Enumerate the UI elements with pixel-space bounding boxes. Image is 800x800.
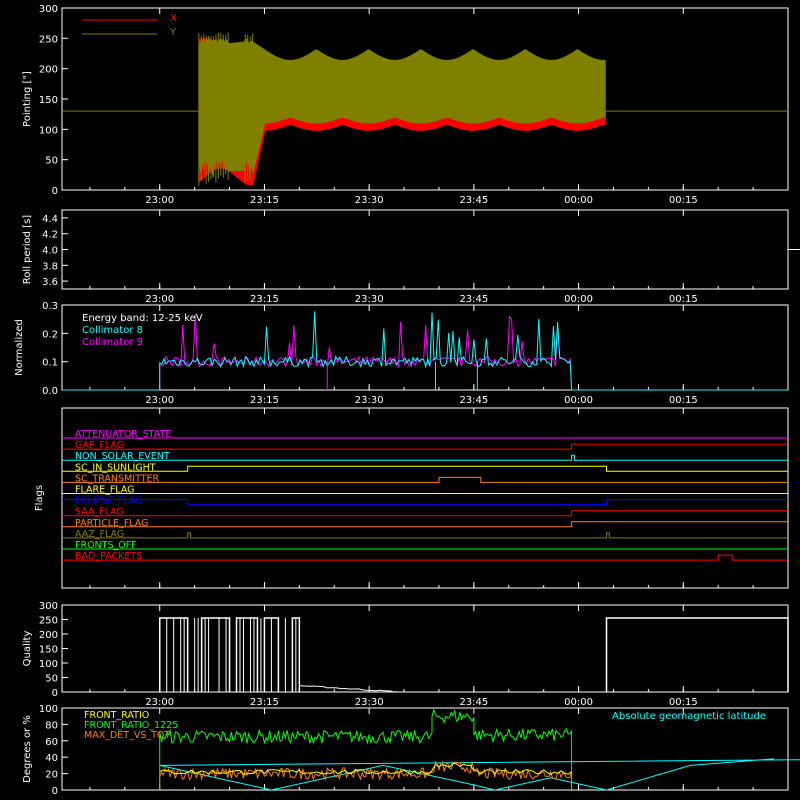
front-ratio-1225-line <box>159 708 573 790</box>
flag-line-eclipse-flag <box>62 499 788 506</box>
y-tick-label: 100 <box>39 125 58 136</box>
y-axis-label: Pointing ["] <box>22 71 33 127</box>
y-tick-label: 40 <box>45 753 58 764</box>
x-tick-label: 00:00 <box>564 294 593 305</box>
x-tick-label: 23:45 <box>459 195 488 206</box>
flag-line-aaz-flag <box>62 532 788 539</box>
energy-band-annotation: Energy band: 12-25 keV <box>82 313 203 324</box>
x-tick-label: 23:15 <box>250 195 279 206</box>
y-tick-label: 150 <box>39 95 58 106</box>
y-tick-label: 3.6 <box>42 277 58 288</box>
y-tick-label: 250 <box>39 616 58 627</box>
y-tick-label: 300 <box>39 601 58 612</box>
y-axis-label: Degrees or % <box>22 715 33 783</box>
y-tick-label: 250 <box>39 34 58 45</box>
legend-label-geomagnetic-latitude: Absolute geomagnetic latitude <box>612 711 766 722</box>
x-tick-label: 00:00 <box>564 395 593 406</box>
flag-line-sc-transmitter <box>62 476 788 483</box>
quality-high-interval <box>200 617 231 692</box>
x-tick-label: 23:45 <box>459 294 488 305</box>
y-tick-label: 50 <box>45 674 58 685</box>
x-tick-label: 23:30 <box>355 195 384 206</box>
y-axis-label: Quality <box>22 631 33 667</box>
y-tick-label: 4.2 <box>42 230 58 241</box>
y-tick-label: 100 <box>39 704 58 715</box>
flag-label-flare-flag: FLARE_FLAG <box>75 485 135 496</box>
x-tick-label: 00:15 <box>669 697 698 708</box>
flag-label-sc-in-sunlight: SC_IN_SUNLIGHT <box>75 462 156 473</box>
x-tick-label: 23:30 <box>355 697 384 708</box>
y-axis-label: Roll period [s] <box>22 215 33 284</box>
legend-label-max-det-vs-tot: MAX_DET_VS_TOT <box>84 730 170 741</box>
flag-line-gap-flag <box>62 443 788 450</box>
flag-line-sc-in-sunlight <box>62 465 788 472</box>
flag-label-non-solar-event: NON_SOLAR_EVENT <box>75 451 170 462</box>
x-tick-label: 23:45 <box>459 697 488 708</box>
flag-line-particle-flag <box>62 521 788 528</box>
x-tick-label: 00:00 <box>564 697 593 708</box>
quality-high-interval <box>605 617 789 692</box>
y-axis-label: Flags <box>34 485 45 511</box>
y-tick-label: 0 <box>52 186 58 197</box>
x-tick-label: 23:45 <box>459 395 488 406</box>
flag-line-saa-flag <box>62 510 788 517</box>
y-tick-label: 0 <box>52 786 58 797</box>
x-tick-label: 23:00 <box>145 697 174 708</box>
summary-plot-stack: 23:00 23:15 23:30 23:45 00:00 00:15 0 50 100 150 2… <box>14 4 800 797</box>
y-tick-label: 300 <box>39 4 58 15</box>
x-tick-label: 00:15 <box>669 395 698 406</box>
legend-label-y: Y <box>169 27 177 38</box>
y-tick-label: 0.1 <box>42 358 58 369</box>
y-tick-label: 200 <box>39 65 58 76</box>
x-tick-label: 23:00 <box>145 395 174 406</box>
y-tick-label: 80 <box>45 720 58 731</box>
flag-label-saa-flag: SAA_FLAG <box>75 507 124 518</box>
legend-label-collimator-9: Collimator 9 <box>82 337 143 348</box>
collimator-9-line <box>62 313 788 391</box>
x-tick-label: 23:15 <box>250 294 279 305</box>
flag-label-bad-packets: BAD_PACKETS <box>75 551 142 562</box>
x-tick-label: 00:00 <box>564 195 593 206</box>
y-tick-label: 0.3 <box>42 301 58 312</box>
flag-line-bad-packets <box>62 554 788 561</box>
x-tick-label: 23:15 <box>250 697 279 708</box>
y-tick-label: 4.0 <box>42 246 58 257</box>
y-tick-label: 0.2 <box>42 329 58 340</box>
y-tick-label: 150 <box>39 645 58 656</box>
y-tick-label: 50 <box>45 156 58 167</box>
y-tick-label: 0 <box>52 688 58 699</box>
flag-label-gap-flag: GAP_FLAG <box>75 440 124 451</box>
flag-label-fronts-off: FRONTS_OFF <box>75 540 137 551</box>
flag-label-aaz-flag: AAZ_FLAG <box>75 529 124 540</box>
max-det-vs-tot-line <box>159 760 573 790</box>
flag-label-particle-flag: PARTICLE_FLAG <box>75 518 148 529</box>
x-tick-label: 00:15 <box>669 195 698 206</box>
x-tick-label: 23:00 <box>145 195 174 206</box>
y-tick-label: 20 <box>45 770 58 781</box>
legend-label-x: X <box>170 13 177 24</box>
y-tick-label: 60 <box>45 737 58 748</box>
y-tick-label: 3.8 <box>42 261 58 272</box>
x-tick-label: 23:00 <box>145 294 174 305</box>
y-tick-label: 0.0 <box>42 386 58 397</box>
x-tick-label: 23:30 <box>355 294 384 305</box>
x-tick-label: 23:15 <box>250 395 279 406</box>
y-tick-label: 100 <box>39 659 58 670</box>
flag-label-eclipse-flag: ECLIPSE_FLAG <box>75 496 143 507</box>
flag-label-sc-transmitter: SC_TRANSMITTER <box>75 473 160 484</box>
x-tick-label: 23:30 <box>355 395 384 406</box>
legend-label-collimator-8: Collimator 8 <box>82 325 143 336</box>
y-axis-label-line1: Normalized <box>14 319 25 376</box>
panel-frame <box>61 209 789 290</box>
y-tick-label: 200 <box>39 630 58 641</box>
y-tick-label: 4.4 <box>42 214 58 225</box>
y-pointing-envelope <box>198 38 606 177</box>
flag-line-non-solar-event <box>62 454 788 461</box>
quality-decay <box>299 685 398 693</box>
flag-label-attenuator-state: ATTENUATOR_STATE <box>75 429 171 440</box>
x-tick-label: 00:15 <box>669 294 698 305</box>
